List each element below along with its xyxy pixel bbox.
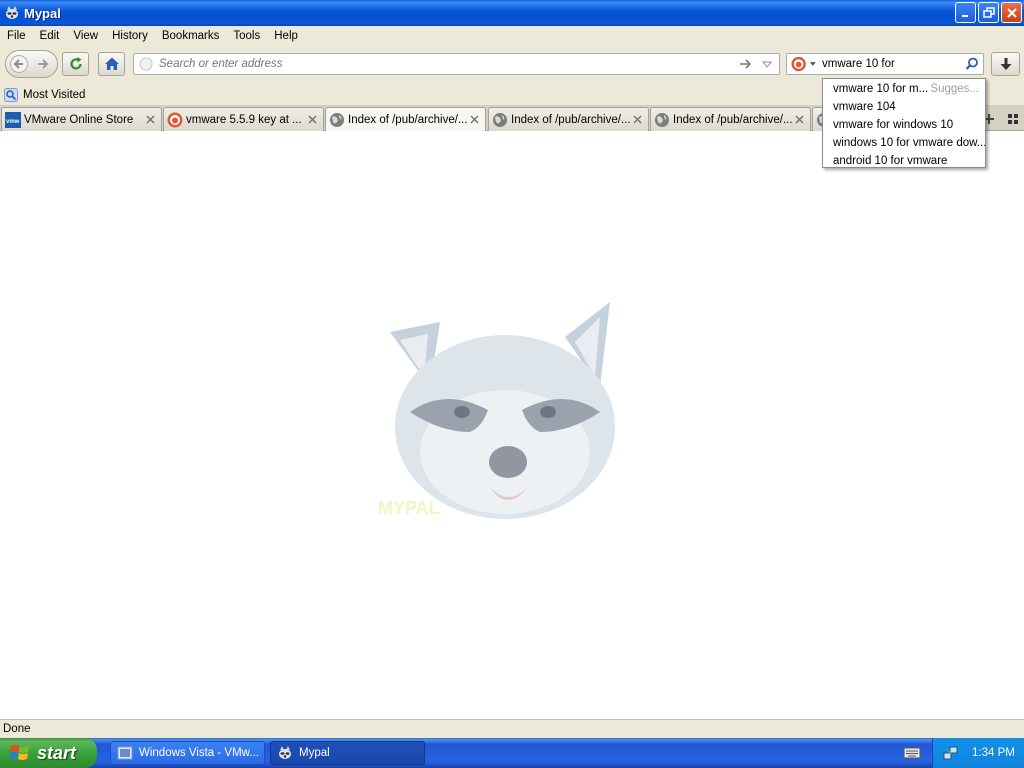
close-icon [1006,7,1017,18]
mypal-raccoon-logo: MYPAL [378,302,615,519]
page-content: MYPAL [0,132,1024,719]
bookmark-most-visited[interactable]: Most Visited [4,87,86,102]
mypal-raccoon-icon [279,746,291,759]
menu-bar: File Edit View History Bookmarks Tools H… [0,26,1024,46]
tab-label: VMware Online Store [24,113,134,126]
back-button[interactable] [6,51,32,77]
site-identity-icon[interactable] [139,57,153,71]
close-tab-icon[interactable] [144,113,156,125]
svg-text:MYPAL: MYPAL [378,498,440,518]
reload-button[interactable] [62,52,89,76]
menu-tools[interactable]: Tools [226,26,267,46]
taskbar-item-mypal[interactable]: Mypal [270,741,425,765]
grid-icon [1008,114,1018,124]
menu-view[interactable]: View [66,26,105,46]
start-label: start [37,742,77,763]
engine-dropdown-icon [810,62,817,66]
duckduckgo-icon [167,112,183,128]
close-tab-icon[interactable] [306,113,318,125]
minimize-button[interactable] [955,2,976,23]
forward-button[interactable] [32,51,54,77]
start-button[interactable]: start [0,738,97,768]
address-bar [133,53,780,75]
go-arrow-icon[interactable] [739,57,753,71]
menu-history[interactable]: History [105,26,155,46]
mypal-raccoon-icon [4,5,20,21]
reload-icon [69,57,82,70]
tab-label: vmware 5.5.9 key at ... [186,113,302,126]
network-icon[interactable] [943,745,959,761]
dropdown-arrow-icon[interactable] [761,58,773,70]
suggestion-item[interactable]: vmware 10 for m... Sugges... [823,80,985,98]
close-window-button[interactable] [1001,2,1022,23]
tab-vmware-store[interactable]: vmw VMware Online Store [1,107,162,131]
title-bar[interactable]: Mypal [0,0,1024,26]
tab-index-archive-1[interactable]: Index of /pub/archive/... [325,107,486,131]
back-forward-group [5,50,58,78]
minimize-icon [961,14,968,17]
search-input[interactable] [822,56,962,72]
taskbar: start Windows Vista - VMw... Mypal 1:34 … [0,738,1024,768]
restore-icon [982,6,995,18]
tab-label: Index of /pub/archive/... [511,113,631,126]
search-suggestions-popup: vmware 10 for m... Sugges... vmware 104 … [822,78,986,168]
download-arrow-icon [1000,58,1011,70]
globe-icon [329,112,345,128]
home-button[interactable] [98,52,125,76]
suggestion-item[interactable]: windows 10 for vmware dow... [823,134,985,152]
suggestion-item[interactable]: vmware for windows 10 [823,116,985,134]
tab-label: Index of /pub/archive/... [348,113,468,126]
keyboard-icon[interactable] [903,745,921,761]
menu-edit[interactable]: Edit [33,26,67,46]
tab-label: Index of /pub/archive/... [673,113,793,126]
tab-index-archive-3[interactable]: Index of /pub/archive/... [650,107,811,131]
menu-bookmarks[interactable]: Bookmarks [155,26,227,46]
vmware-icon: vmw [5,111,21,128]
svg-text:vmw: vmw [6,119,20,125]
status-text: Done [3,723,31,735]
taskbar-item-vmware[interactable]: Windows Vista - VMw... [110,741,265,765]
menu-file[interactable]: File [0,26,33,46]
globe-icon [492,112,508,128]
suggestion-item[interactable]: vmware 104 [823,98,985,116]
status-bar: Done [0,719,1024,738]
suggestion-item[interactable]: android 10 for vmware [823,152,985,170]
home-icon [104,57,119,70]
clock[interactable]: 1:34 PM [972,747,1015,759]
suggestions-hint: Sugges... [930,83,979,95]
most-visited-folder-icon [4,87,18,102]
vmware-window-icon [117,746,133,760]
system-tray: 1:34 PM [932,738,1024,768]
list-all-tabs-button[interactable] [1004,109,1022,129]
search-engine-selector[interactable] [791,56,817,72]
forward-arrow-icon [38,59,49,69]
downloads-button[interactable] [991,52,1020,76]
back-arrow-icon [10,55,28,73]
search-bar [786,53,984,75]
suggestion-text: vmware 10 for m... [833,83,929,95]
taskbar-item-label: Windows Vista - VMw... [139,747,259,759]
windows-flag-icon [9,745,29,760]
menu-help[interactable]: Help [267,26,305,46]
tab-vmware-key[interactable]: vmware 5.5.9 key at ... [163,107,324,131]
globe-icon [654,112,670,128]
close-tab-icon[interactable] [468,113,480,125]
search-icon[interactable] [965,57,979,71]
duckduckgo-icon [791,56,806,72]
tab-index-archive-2[interactable]: Index of /pub/archive/... [488,107,649,131]
window-title: Mypal [24,5,61,21]
bookmark-label: Most Visited [23,88,86,101]
taskbar-item-label: Mypal [299,747,330,759]
close-tab-icon[interactable] [631,113,643,125]
address-input[interactable] [159,56,729,72]
restore-button[interactable] [978,2,999,23]
close-tab-icon[interactable] [793,113,805,125]
